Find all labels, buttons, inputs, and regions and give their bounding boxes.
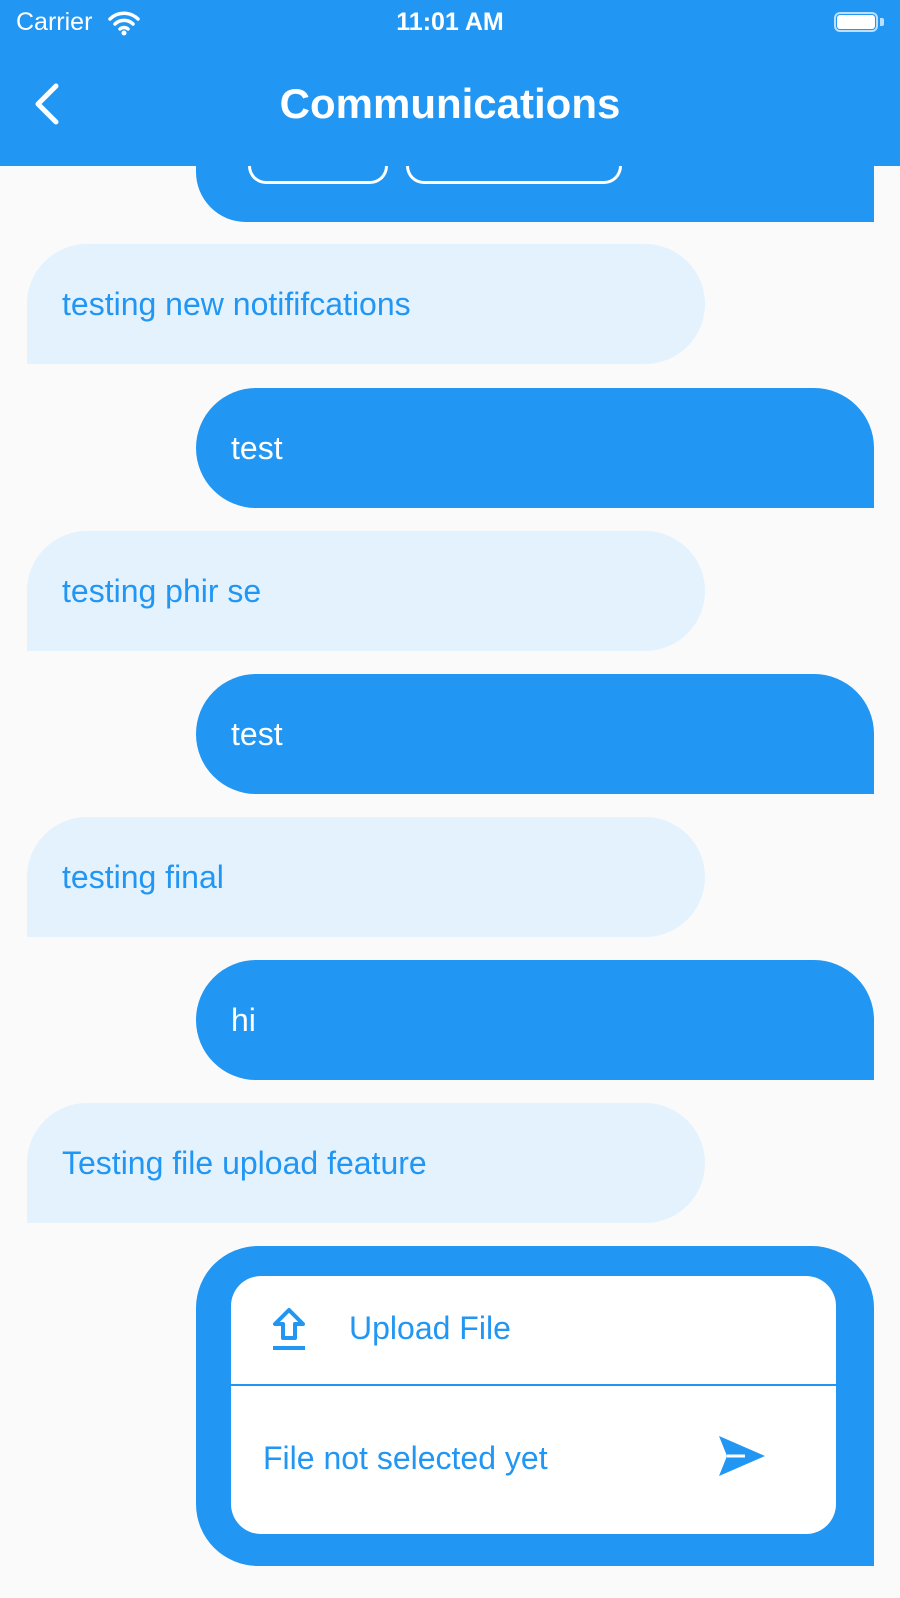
status-bar: Carrier 11:01 AM — [0, 0, 900, 48]
battery-icon — [834, 12, 884, 34]
message-text: Testing file upload feature — [62, 1144, 427, 1181]
message-bubble-outgoing: test — [196, 388, 874, 508]
message-bubble-outgoing: test — [196, 674, 874, 794]
message-text: test — [231, 429, 283, 466]
file-status-text: File not selected yet — [263, 1440, 548, 1476]
chat-screen: testing new notififcations test testing … — [0, 0, 900, 1598]
message-bubble-incoming: testing phir se — [27, 531, 705, 651]
upload-message-bubble: Upload File File not selected yet — [196, 1246, 874, 1566]
message-bubble-incoming: Testing file upload feature — [27, 1103, 705, 1223]
message-text: test — [231, 715, 283, 752]
message-bubble-incoming: testing final — [27, 817, 705, 937]
upload-card: Upload File File not selected yet — [231, 1276, 836, 1534]
file-status-row: File not selected yet — [231, 1386, 836, 1534]
upload-icon — [273, 1308, 305, 1350]
message-text: testing final — [62, 858, 224, 895]
message-text: hi — [231, 1001, 256, 1038]
message-list[interactable]: testing new notififcations test testing … — [0, 0, 900, 1598]
status-time: 11:01 AM — [396, 8, 504, 36]
message-text: testing new notififcations — [62, 285, 411, 322]
page-title: Communications — [279, 80, 621, 127]
upload-file-label: Upload File — [349, 1310, 511, 1346]
message-text: testing phir se — [62, 572, 262, 609]
message-bubble-incoming: testing new notififcations — [27, 244, 705, 364]
upload-file-button[interactable]: Upload File — [231, 1276, 836, 1386]
send-icon[interactable] — [715, 1432, 769, 1480]
message-bubble-outgoing: hi — [196, 960, 874, 1080]
app-bar: Carrier 11:01 AM Communications — [0, 0, 900, 166]
